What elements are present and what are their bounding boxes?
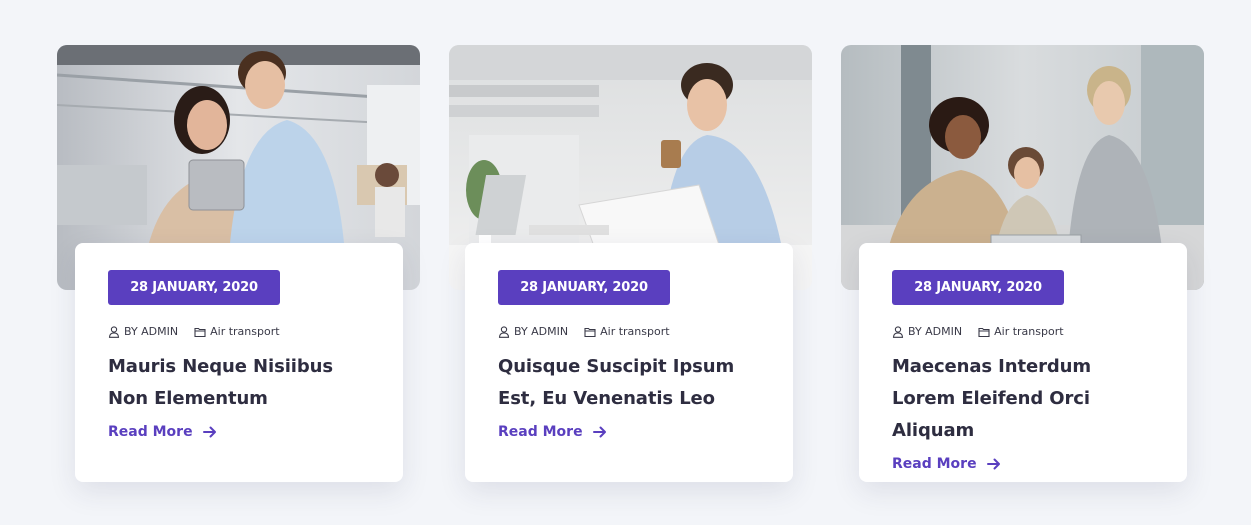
read-more-label: Read More (108, 424, 193, 440)
post-meta: BY ADMIN Air transport (892, 325, 1154, 338)
blog-card-content: 28 JANUARY, 2020 BY ADMIN Air transport … (75, 243, 403, 482)
author-meta[interactable]: BY ADMIN (892, 325, 962, 338)
post-title[interactable]: Mauris Neque Nisiibus Non Elementum (108, 351, 370, 415)
read-more-link[interactable]: Read More (108, 424, 217, 440)
post-title[interactable]: Maecenas Interdum Lorem Eleifend Orci Al… (892, 351, 1154, 447)
category-meta[interactable]: Air transport (584, 325, 670, 338)
blog-card-content: 28 JANUARY, 2020 BY ADMIN Air transport … (465, 243, 793, 482)
read-more-label: Read More (498, 424, 583, 440)
date-badge[interactable]: 28 JANUARY, 2020 (498, 270, 670, 305)
user-icon (108, 325, 120, 338)
author-label: BY ADMIN (514, 325, 569, 338)
post-meta: BY ADMIN Air transport (108, 325, 370, 338)
author-meta[interactable]: BY ADMIN (108, 325, 178, 338)
author-meta[interactable]: BY ADMIN (498, 325, 568, 338)
blog-card: 28 JANUARY, 2020 BY ADMIN Air transport … (57, 45, 420, 482)
folder-icon (978, 326, 990, 338)
post-meta: BY ADMIN Air transport (498, 325, 760, 338)
arrow-right-icon (592, 426, 607, 438)
blog-card-content: 28 JANUARY, 2020 BY ADMIN Air transport … (859, 243, 1187, 482)
author-label: BY ADMIN (124, 325, 179, 338)
user-icon (498, 325, 510, 338)
read-more-link[interactable]: Read More (892, 456, 1001, 472)
read-more-label: Read More (892, 456, 977, 472)
read-more-link[interactable]: Read More (498, 424, 607, 440)
arrow-right-icon (202, 426, 217, 438)
blog-card: 28 JANUARY, 2020 BY ADMIN Air transport … (449, 45, 812, 482)
author-label: BY ADMIN (908, 325, 963, 338)
category-meta[interactable]: Air transport (194, 325, 280, 338)
date-badge[interactable]: 28 JANUARY, 2020 (108, 270, 280, 305)
arrow-right-icon (986, 458, 1001, 470)
post-title[interactable]: Quisque Suscipit Ipsum Est, Eu Venenatis… (498, 351, 760, 415)
folder-icon (584, 326, 596, 338)
category-label: Air transport (600, 325, 670, 338)
category-label: Air transport (994, 325, 1064, 338)
user-icon (892, 325, 904, 338)
folder-icon (194, 326, 206, 338)
blog-card: 28 JANUARY, 2020 BY ADMIN Air transport … (841, 45, 1204, 482)
blog-section: 28 JANUARY, 2020 BY ADMIN Air transport … (0, 0, 1251, 525)
category-meta[interactable]: Air transport (978, 325, 1064, 338)
date-badge[interactable]: 28 JANUARY, 2020 (892, 270, 1064, 305)
category-label: Air transport (210, 325, 280, 338)
